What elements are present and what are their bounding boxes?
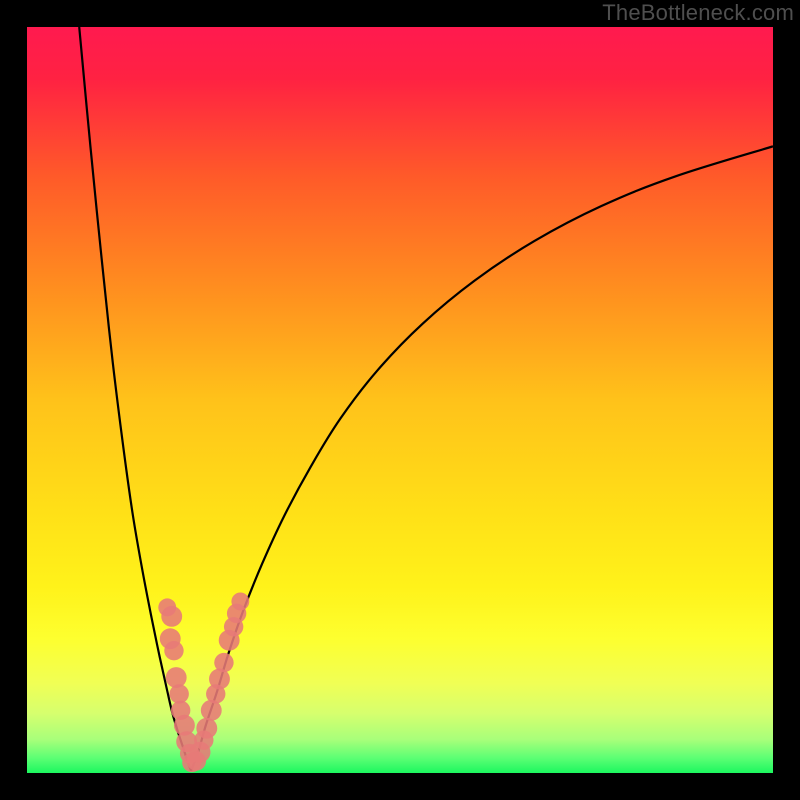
marker-left-cluster [169,684,188,703]
marker-right-cluster [196,718,217,739]
chart-frame: TheBottleneck.com [0,0,800,800]
watermark-text: TheBottleneck.com [602,0,794,26]
marker-right-cluster [231,592,249,610]
gradient-background [27,27,773,773]
chart-svg [27,27,773,773]
marker-left-cluster [161,606,182,627]
marker-right-cluster [214,653,233,672]
marker-left-cluster [164,641,183,660]
